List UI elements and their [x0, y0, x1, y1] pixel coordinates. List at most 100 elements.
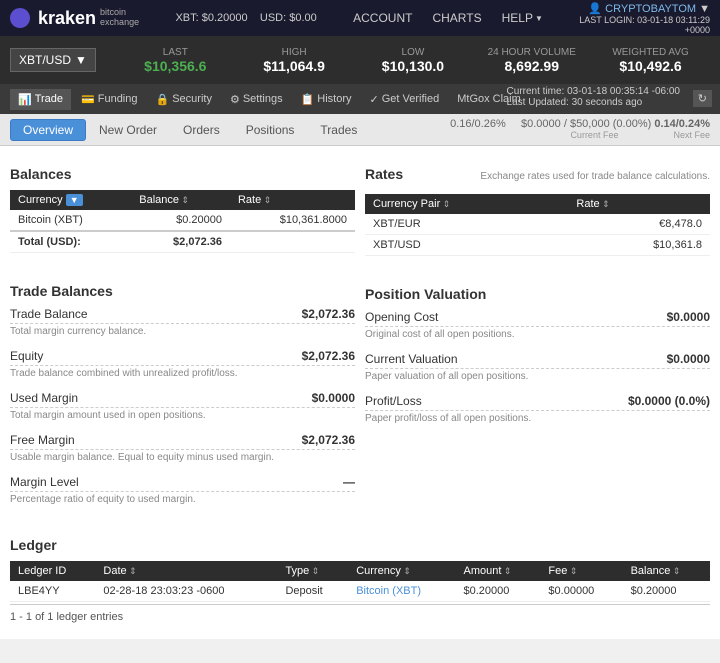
balance-row-btc: Bitcoin (XBT) $0.20000 $10,361.8000 — [10, 210, 355, 231]
volume-label: 24 HOUR VOLUME — [488, 47, 576, 58]
last-label: LAST — [163, 47, 188, 58]
pair-eur: XBT/EUR — [365, 214, 568, 235]
next-fee-sublabel: Next Fee — [673, 130, 710, 140]
position-item-desc: Paper profit/loss of all open positions. — [365, 413, 710, 424]
trade-balance-desc: Total margin amount used in open positio… — [10, 410, 355, 421]
ticker-info: XBT: $0.20000 USD: $0.00 — [175, 12, 316, 24]
rates-table: Currency Pair Rate XBT/EUR €8,478.0 XBT/… — [365, 194, 710, 256]
username[interactable]: CRYPTOBAYTOM — [605, 3, 696, 15]
nav-settings[interactable]: ⚙ Settings — [222, 89, 291, 110]
position-item-value: $0.0000 (0.0%) — [628, 394, 710, 408]
tab-new-order[interactable]: New Order — [86, 119, 170, 141]
balances-title: Balances — [10, 166, 355, 182]
position-valuation-title: Position Valuation — [365, 286, 710, 302]
position-valuation-items: Opening Cost $0.0000 Original cost of al… — [365, 310, 710, 424]
nav-funding[interactable]: 💳 Funding — [73, 89, 145, 110]
right-column: Rates Exchange rates used for trade bala… — [365, 156, 710, 517]
tab-overview[interactable]: Overview — [10, 119, 86, 141]
current-time-value: 03-01-18 00:35:14 -06:00 — [567, 86, 680, 97]
trade-balance-item: Margin Level — Percentage ratio of equit… — [10, 475, 355, 505]
nav-trade[interactable]: 📊 Trade — [10, 89, 71, 110]
logo: kraken bitcoin exchange — [10, 8, 139, 29]
top-navigation: kraken bitcoin exchange XBT: $0.20000 US… — [0, 0, 720, 36]
trade-balance-desc: Usable margin balance. Equal to equity m… — [10, 452, 355, 463]
trade-balance-value: — — [343, 475, 355, 489]
user-icon: 👤 — [588, 3, 602, 15]
tab-trades[interactable]: Trades — [307, 119, 370, 141]
ledger-col-balance[interactable]: Balance — [623, 561, 710, 581]
fee-info: 0.16/0.26% $0.0000 / $50,000 (0.00%) 0.1… — [450, 118, 710, 141]
ledger-col-type[interactable]: Type — [277, 561, 348, 581]
position-item-name: Profit/Loss — [365, 394, 422, 408]
position-item-desc: Paper valuation of all open positions. — [365, 371, 710, 382]
ledger-col-amount[interactable]: Amount — [455, 561, 540, 581]
logo-text: kraken — [38, 8, 96, 29]
col-balance-header[interactable]: Balance — [131, 190, 230, 210]
ticker-usd: USD: $0.00 — [260, 12, 317, 24]
kraken-icon — [10, 8, 30, 28]
last-price-col: LAST $10,356.6 — [116, 47, 235, 74]
ledger-footer: 1 - 1 of 1 ledger entries — [10, 604, 710, 629]
trade-icon: 📊 — [18, 93, 32, 106]
balances-table: Currency ▼ Balance Rate Bitcoin (XBT) $0… — [10, 190, 355, 253]
trade-balance-item: Trade Balance $2,072.36 Total margin cur… — [10, 307, 355, 337]
current-fee-sublabel: Current Fee — [570, 130, 618, 140]
nav-history[interactable]: 📋 History — [293, 89, 360, 110]
charts-link[interactable]: CHARTS — [432, 11, 481, 25]
low-label: LOW — [402, 47, 425, 58]
ledger-balance: $0.20000 — [623, 581, 710, 602]
trade-balance-name: Used Margin — [10, 391, 78, 405]
position-item-value: $0.0000 — [667, 310, 710, 324]
help-link[interactable]: HELP ▼ — [502, 11, 543, 25]
col-rate-header[interactable]: Rate — [230, 190, 355, 210]
tab-orders[interactable]: Orders — [170, 119, 233, 141]
trade-balance-value: $2,072.36 — [302, 349, 355, 363]
ledger-row: LBE4YY 02-28-18 23:03:23 -0600 Deposit B… — [10, 581, 710, 602]
trade-balance-value: $2,072.36 — [302, 307, 355, 321]
refresh-button[interactable]: ↻ — [693, 90, 712, 107]
history-icon: 📋 — [301, 93, 315, 106]
position-item-name: Current Valuation — [365, 352, 458, 366]
ledger-col-fee[interactable]: Fee — [540, 561, 622, 581]
wavg-label: WEIGHTED AVG — [612, 47, 689, 58]
rates-title: Rates — [365, 166, 403, 182]
currency-filter-icon[interactable]: ▼ — [66, 194, 83, 206]
volume-col: 24 HOUR VOLUME 8,692.99 — [472, 47, 591, 74]
high-price-col: HIGH $11,064.9 — [235, 47, 354, 74]
nav-security[interactable]: 🔒 Security — [148, 89, 220, 110]
position-valuation-item: Current Valuation $0.0000 Paper valuatio… — [365, 352, 710, 382]
verify-icon: ✓ — [370, 93, 379, 106]
user-area: 👤 CRYPTOBAYTOM ▼ LAST LOGIN: 03-01-18 03… — [579, 2, 710, 35]
trade-balance-name: Margin Level — [10, 475, 79, 489]
tab-positions[interactable]: Positions — [233, 119, 308, 141]
account-link[interactable]: ACCOUNT — [353, 11, 412, 25]
trade-balance-item: Free Margin $2,072.36 Usable margin bala… — [10, 433, 355, 463]
ledger-fee: $0.00000 — [540, 581, 622, 602]
last-updated-label: Last Updated: — [507, 97, 569, 108]
position-item-desc: Original cost of all open positions. — [365, 329, 710, 340]
wavg-value: $10,492.6 — [619, 58, 681, 74]
left-column: Balances Currency ▼ Balance Rate Bitcoin… — [10, 156, 355, 517]
col-pair-header[interactable]: Currency Pair — [365, 194, 568, 214]
settings-icon: ⚙ — [230, 93, 240, 106]
ledger-id: LBE4YY — [10, 581, 95, 602]
balance-btc: $0.20000 — [131, 210, 230, 231]
pair-selector[interactable]: XBT/USD ▼ — [10, 48, 96, 72]
currency-btc: Bitcoin (XBT) — [10, 210, 131, 231]
position-valuation-item: Profit/Loss $0.0000 (0.0%) Paper profit/… — [365, 394, 710, 424]
sub-tabs: Overview New Order Orders Positions Trad… — [0, 114, 720, 146]
ticker-xbt: XBT: $0.20000 — [175, 12, 247, 24]
trade-balance-name: Equity — [10, 349, 43, 363]
trade-balance-desc: Trade balance combined with unrealized p… — [10, 368, 355, 379]
trade-balance-value: $2,072.36 — [302, 433, 355, 447]
pair-value: XBT/USD — [19, 53, 71, 67]
col-rate-header-rates[interactable]: Rate — [568, 194, 710, 214]
nav-get-verified[interactable]: ✓ Get Verified — [362, 89, 448, 110]
pair-dropdown-arrow: ▼ — [75, 53, 87, 67]
ledger-col-date[interactable]: Date — [95, 561, 277, 581]
ledger-section: Ledger Ledger ID Date Type Currency Amou… — [10, 537, 710, 629]
ledger-col-currency[interactable]: Currency — [348, 561, 455, 581]
position-item-value: $0.0000 — [667, 352, 710, 366]
price-bar: XBT/USD ▼ LAST $10,356.6 HIGH $11,064.9 … — [0, 36, 720, 84]
secondary-navigation: 📊 Trade 💳 Funding 🔒 Security ⚙ Settings … — [0, 84, 720, 114]
